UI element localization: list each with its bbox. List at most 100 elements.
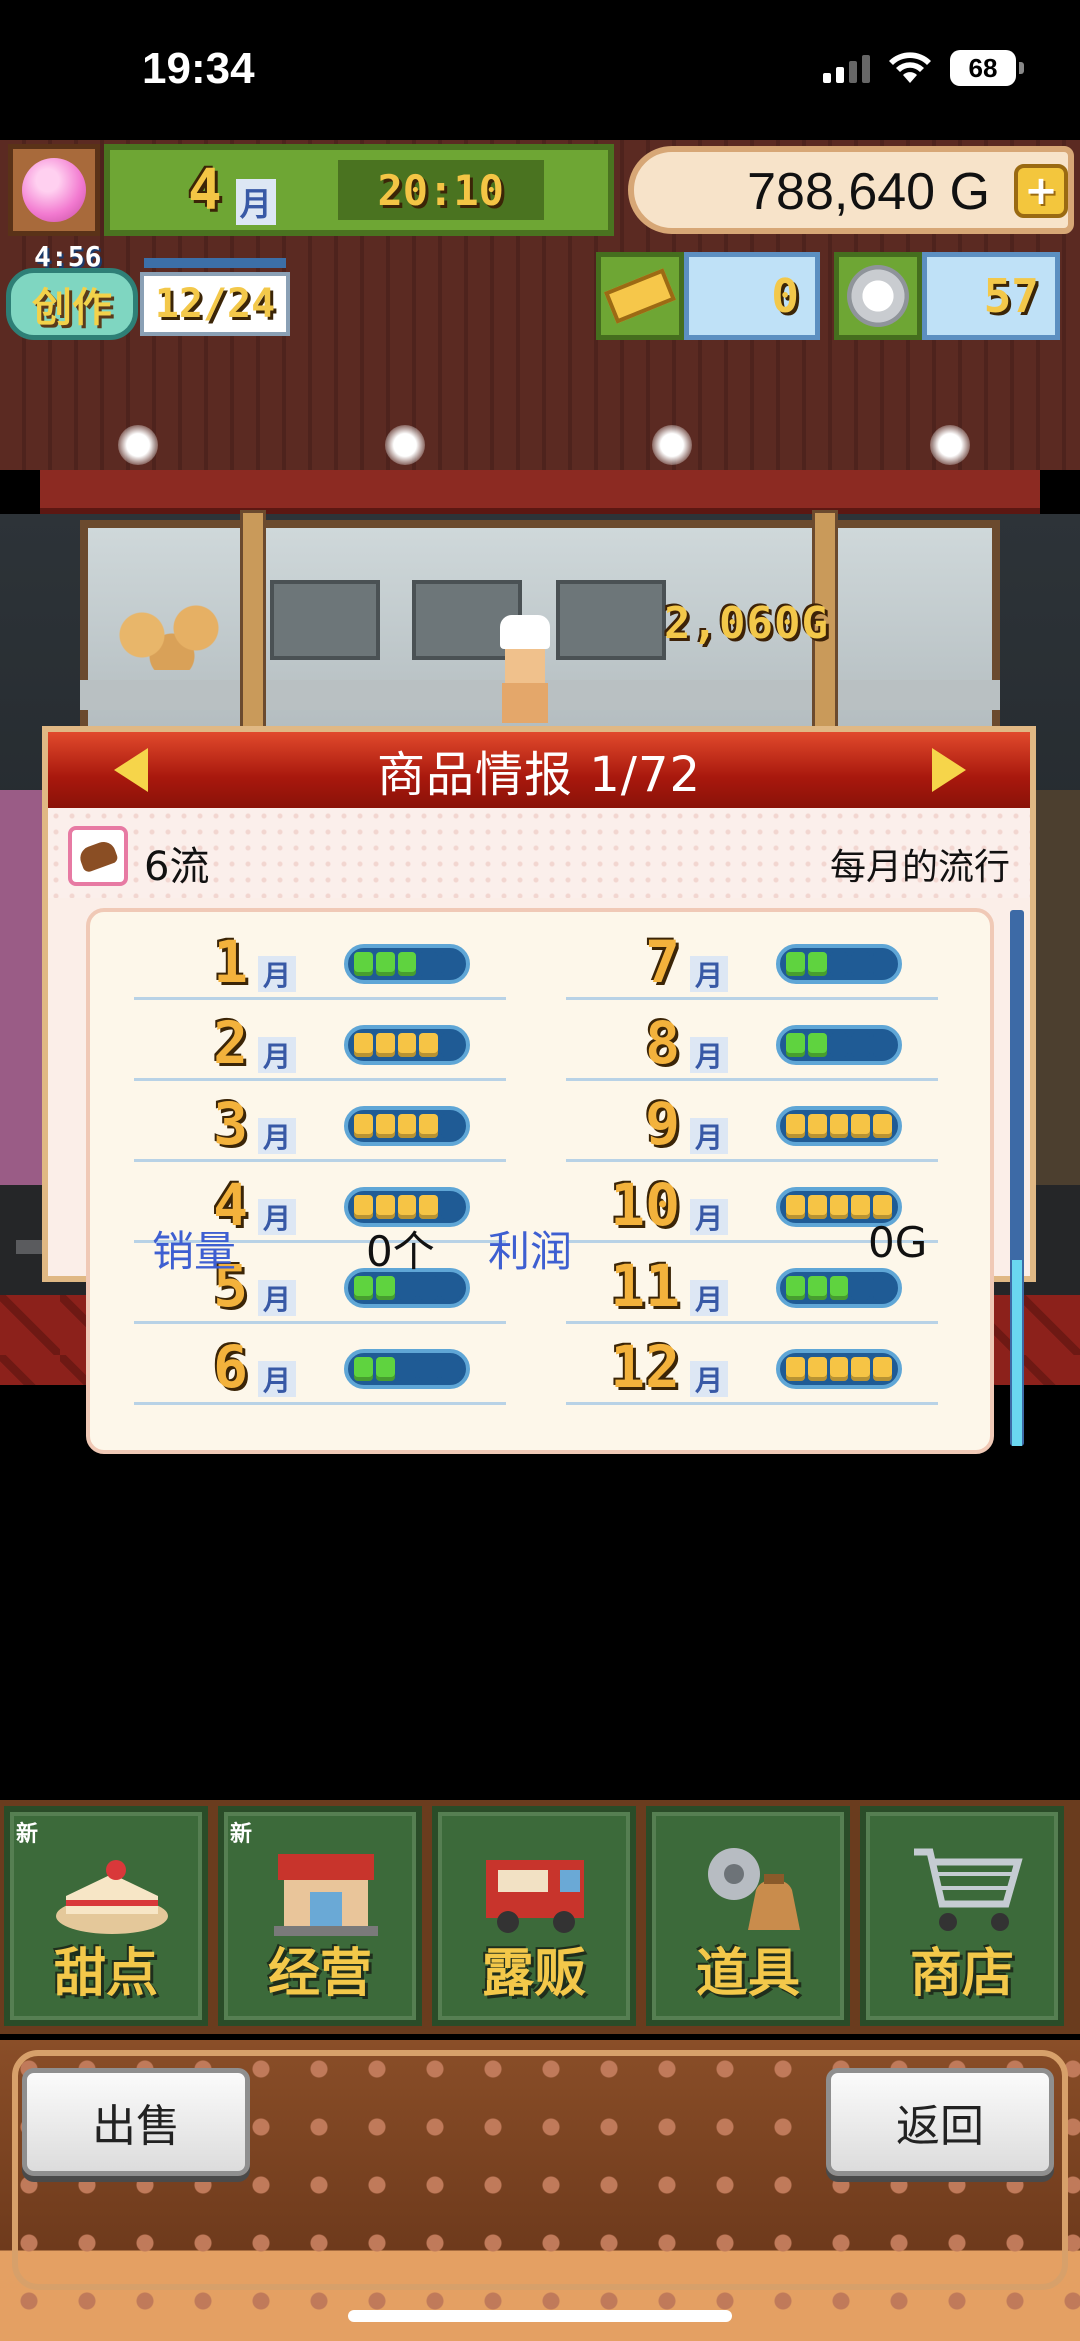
trend-segment [441,1033,460,1057]
bread-icon [68,826,128,886]
shop-icon [274,1854,378,1936]
create-label: 创作 [6,268,138,340]
create-progress-bar [144,258,286,268]
profit-label: 利润 [488,1227,573,1276]
gold-ticket-slot[interactable]: 0 [596,252,820,340]
trend-level-bar [344,1106,470,1146]
month-label: 月 [690,1037,728,1073]
trend-segment [397,1195,417,1219]
trend-segment [786,1276,805,1300]
silver-medal-icon [834,252,922,340]
food-truck-icon [486,1860,584,1933]
panel-title: 商品情报 1/72 [376,747,702,803]
trend-segment [873,1033,892,1057]
gear-bag-icon [708,1848,800,1930]
menu-items-label: 道具 [695,1944,800,2004]
month-trend-row: 8月 [566,1007,938,1081]
trend-segment [354,1276,373,1300]
trend-segment [786,1033,805,1057]
add-money-button[interactable]: + [1014,164,1068,218]
money-value: 788,640 G [747,163,990,221]
monthly-trend-list[interactable]: 1 月 2 月 3 月 4 月 5 月 6 月 7 月 8 月 9 月 10 月 11 月 12 月 [86,908,994,1454]
trend-segment [354,952,373,976]
season-button[interactable] [8,144,100,236]
month-number: 1 [213,928,248,996]
month-label: 月 [690,956,728,992]
shopping-cart-icon [914,1848,1023,1931]
trend-level-bar [776,1349,902,1389]
month-label: 月 [258,956,296,992]
month-trend-row: 1月 [134,926,506,1000]
battery-icon: 68 [950,50,1024,86]
trend-segment [829,1276,849,1300]
trend-segment [375,1033,395,1057]
trend-level-bar [776,1025,902,1065]
month-trend-row: 7月 [566,926,938,1000]
trend-segment [851,1033,871,1057]
month-number: 2 [213,1009,248,1077]
trend-level-bar [344,1349,470,1389]
game-clock: 20:10 [337,160,544,220]
chef-character[interactable] [500,615,550,725]
month-label: 月 [258,1280,296,1316]
menu-items-button[interactable]: 道具 [646,1806,850,2026]
scrollbar-thumb[interactable] [1012,1260,1022,1446]
trend-segment [851,952,871,976]
panel-header: 商品情报 1/72 [48,732,1030,808]
menu-management-label: 经营 [267,1944,372,2004]
lamp-icon [118,425,158,465]
lamp-icon [652,425,692,465]
trend-segment [441,1195,460,1219]
trend-segment [419,1195,439,1219]
trend-segment [397,1357,417,1381]
month-label: 月 [690,1280,728,1316]
trend-level-bar [344,1025,470,1065]
trend-segment [375,1195,395,1219]
silver-medal-slot[interactable]: 57 [834,252,1060,340]
trend-level-bar [344,944,470,984]
sell-button[interactable]: 出售 [22,2068,250,2176]
trend-segment [807,1114,827,1138]
trend-segment [397,1276,417,1300]
home-indicator[interactable] [348,2310,732,2322]
trend-segment [851,1114,871,1138]
scrollbar[interactable] [1010,910,1024,1446]
trend-segment [807,1195,827,1219]
trend-segment [807,1276,827,1300]
gold-ticket-count: 0 [684,252,820,340]
trend-segment [419,1114,439,1138]
menu-store-label: 商店 [909,1944,1014,2004]
date-display: 4 月 20:10 [104,144,614,236]
trend-segment [397,1114,417,1138]
trend-segment [829,1357,849,1381]
create-button[interactable]: 4:56 创作 12/24 [6,240,292,344]
month-trend-row: 6月 [134,1331,506,1405]
prev-arrow-icon[interactable] [114,748,148,792]
trend-segment [354,1114,373,1138]
menu-store-button[interactable]: 商店 [860,1806,1064,2026]
create-count: 12/24 [140,272,290,336]
shop-awning [40,470,1040,514]
trend-segment [397,952,417,976]
next-arrow-icon[interactable] [932,748,966,792]
trend-segment [354,1357,373,1381]
menu-foodtruck-button[interactable]: 露贩 [432,1806,636,2026]
cake-icon [56,1860,168,1934]
trend-segment [354,1195,373,1219]
trend-title: 每月的流行 [829,847,1010,888]
gold-ticket-icon [596,252,684,340]
menu-management-button[interactable]: 新 经营 [218,1806,422,2026]
trend-segment [375,952,395,976]
sales-value: 0个 [366,1227,435,1276]
oven-icon [270,580,380,660]
back-button[interactable]: 返回 [826,2068,1054,2176]
trend-segment [829,1114,849,1138]
trend-segment [873,1114,892,1138]
panel-footer: 销量 0个 利润 0G [48,1218,1030,1278]
menu-dessert-label: 甜点 [53,1944,158,2004]
money-display: 788,640 G + [628,146,1074,234]
menu-dessert-button[interactable]: 新 甜点 [4,1806,208,2026]
trend-level-bar [776,944,902,984]
cellular-signal-icon [823,53,870,83]
month-number: 6 [213,1333,248,1401]
